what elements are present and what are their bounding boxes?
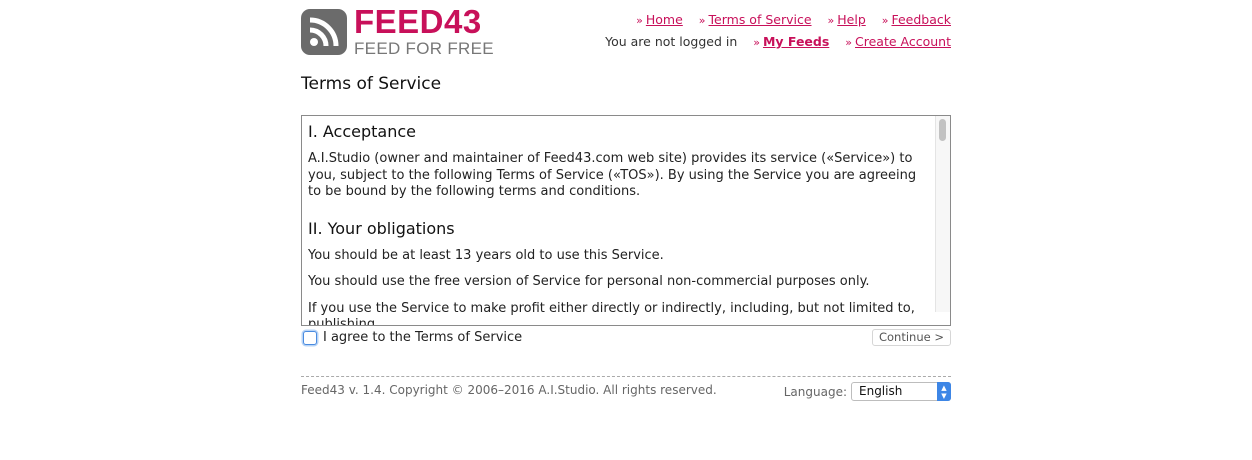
nav-home-link[interactable]: Home <box>646 12 683 27</box>
logo-title: FEED43 <box>354 2 482 40</box>
terms-textbox[interactable]: I. Acceptance A.I.Studio (owner and main… <box>301 115 951 326</box>
agree-label[interactable]: I agree to the Terms of Service <box>323 330 522 345</box>
section-paragraph: You should use the free version of Servi… <box>308 274 870 289</box>
section-heading: II. Your obligations <box>308 218 455 238</box>
agree-row: I agree to the Terms of Service <box>303 330 522 345</box>
terms-content: I. Acceptance A.I.Studio (owner and main… <box>308 122 932 326</box>
section-paragraph: A.I.Studio (owner and maintainer of Feed… <box>308 151 917 199</box>
nav-help-link[interactable]: Help <box>837 12 866 27</box>
section-heading: I. Acceptance <box>308 122 417 141</box>
language-selector: Language: English ▲ ▼ <box>784 382 951 401</box>
nav-bullet: » <box>636 14 643 27</box>
page-title: Terms of Service <box>301 74 442 94</box>
nav-create-account-link[interactable]: Create Account <box>855 34 951 49</box>
top-navigation: » Home » Terms of Service » Help » Feedback … <box>605 12 951 56</box>
login-status: You are not logged in <box>605 34 738 49</box>
copyright-text: Feed43 v. 1.4. Copyright © 2006–2016 A.I… <box>301 383 717 397</box>
language-value: English <box>859 384 903 398</box>
nav-terms-link[interactable]: Terms of Service <box>709 12 812 27</box>
footer-divider <box>301 376 951 377</box>
nav-bullet: » <box>845 36 853 49</box>
logo[interactable]: FEED43 FEED FOR FREE <box>301 2 494 58</box>
nav-bullet: » <box>881 14 889 27</box>
nav-my-feeds-link[interactable]: My Feeds <box>763 34 829 49</box>
language-label: Language: <box>783 384 847 399</box>
nav-bullet: » <box>753 36 760 49</box>
nav-bullet: » <box>827 14 835 27</box>
section-paragraph: You should be at least 13 years old to u… <box>308 247 664 263</box>
terms-scrollbar[interactable] <box>935 116 950 312</box>
select-arrows-icon: ▲ ▼ <box>937 382 951 401</box>
nav-bullet: » <box>698 14 706 27</box>
nav-feedback-link[interactable]: Feedback <box>891 12 951 27</box>
page: FEED43 FEED FOR FREE » Home » Terms of Ser… <box>301 0 951 460</box>
language-select[interactable]: English ▲ ▼ <box>851 382 951 401</box>
logo-subtitle: FEED FOR FREE <box>354 38 494 58</box>
section-paragraph: If you use the Service to make profit ei… <box>308 300 915 326</box>
scrollbar-thumb[interactable] <box>939 119 946 141</box>
rss-icon <box>301 9 347 55</box>
agree-checkbox[interactable] <box>303 330 317 345</box>
continue-button[interactable]: Continue > <box>871 329 951 346</box>
